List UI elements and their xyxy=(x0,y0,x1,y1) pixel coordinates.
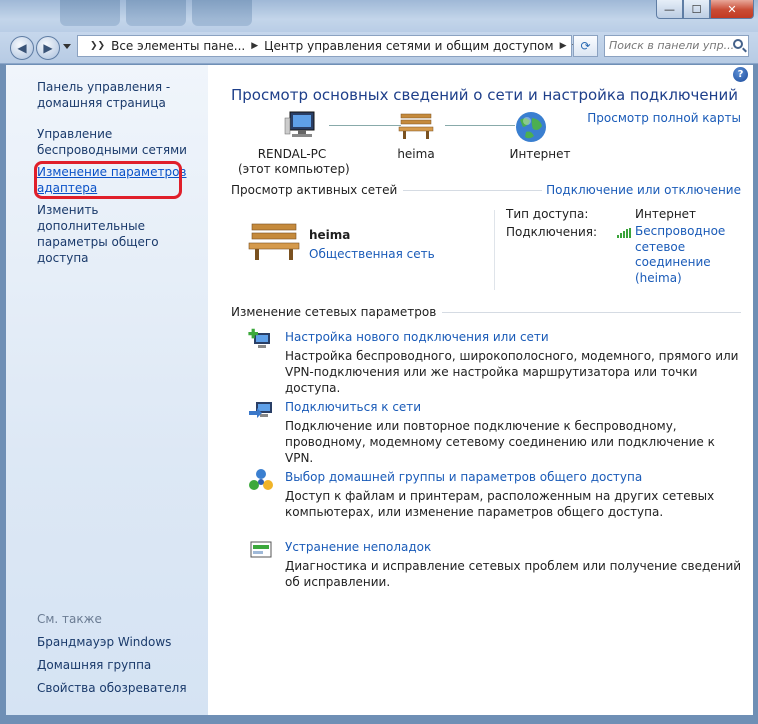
connect-disconnect-link[interactable]: Подключение или отключение xyxy=(542,183,741,197)
network-type-link[interactable]: Общественная сеть xyxy=(309,247,435,261)
sidebar-link-wireless[interactable]: Управление беспроводными сетями xyxy=(37,126,207,158)
refresh-icon: ⟳ xyxy=(580,39,591,53)
search-placeholder: Поиск в панели упр... xyxy=(609,39,735,52)
new-connection-icon xyxy=(248,328,270,348)
computer-icon xyxy=(284,111,315,137)
change-settings-heading: Изменение сетевых параметров xyxy=(231,305,437,319)
new-connection-link[interactable]: Настройка нового подключения или сети xyxy=(285,329,745,345)
connect-to-network-link[interactable]: Подключиться к сети xyxy=(285,399,745,415)
network-node-label: heima xyxy=(397,147,435,161)
task-new-connection: Настройка нового подключения или сети На… xyxy=(285,329,745,396)
homegroup-sharing-link[interactable]: Выбор домашней группы и параметров общег… xyxy=(285,469,745,485)
back-button[interactable]: ◀ xyxy=(10,36,34,60)
divider xyxy=(442,311,741,313)
chevron-right-icon[interactable]: ▶ xyxy=(560,41,567,51)
task-description: Диагностика и исправление сетевых пробле… xyxy=(285,559,742,589)
link-line-network-internet xyxy=(445,125,515,126)
sidebar-link-advanced-sharing[interactable]: Изменить дополнительные параметры общего… xyxy=(37,202,207,266)
search-input[interactable]: Поиск в панели упр... xyxy=(604,35,749,57)
arrow-right-icon: ▶ xyxy=(43,41,53,55)
recent-pages-dropdown[interactable] xyxy=(63,44,71,49)
divider xyxy=(494,210,495,290)
link-line-computer-network xyxy=(329,125,401,126)
see-also-internet-options[interactable]: Свойства обозревателя xyxy=(37,680,187,696)
breadcrumb-all-items[interactable]: Все элементы пане... xyxy=(111,39,245,53)
title-bar: — ☐ ✕ xyxy=(0,0,758,32)
app-thumbnail xyxy=(192,0,252,26)
change-settings-section: Изменение сетевых параметров xyxy=(231,305,741,319)
page-title: Просмотр основных сведений о сети и наст… xyxy=(231,86,738,104)
active-networks-heading: Просмотр активных сетей xyxy=(231,183,398,197)
maximize-button[interactable]: ☐ xyxy=(683,0,710,19)
task-description: Подключение или повторное подключение к … xyxy=(285,419,715,465)
task-pane: Панель управления - домашняя страница Уп… xyxy=(6,65,208,715)
arrow-left-icon: ◀ xyxy=(17,41,27,55)
access-type-value: Интернет xyxy=(635,207,697,221)
app-thumbnail xyxy=(126,0,186,26)
bench-icon xyxy=(248,223,300,260)
bench-icon xyxy=(398,113,434,139)
wifi-signal-icon xyxy=(617,228,631,238)
app-thumbnail xyxy=(60,0,120,26)
task-description: Настройка беспроводного, широкополосного… xyxy=(285,349,739,395)
highlight-annotation xyxy=(34,161,182,199)
see-also-heading: См. также xyxy=(37,612,102,626)
help-button[interactable]: ? xyxy=(733,67,748,82)
task-troubleshoot: Устранение неполадок Диагностика и испра… xyxy=(285,539,745,590)
see-also-homegroup[interactable]: Домашняя группа xyxy=(37,657,151,673)
computer-name: RENDAL-PC xyxy=(257,147,327,161)
search-icon[interactable] xyxy=(733,39,743,49)
refresh-button[interactable]: ⟳ xyxy=(573,35,598,57)
access-type-label: Тип доступа: xyxy=(506,207,589,221)
minimize-button[interactable]: — xyxy=(656,0,683,19)
taskbar-thumbnails xyxy=(60,0,252,32)
troubleshoot-icon xyxy=(250,541,272,558)
task-homegroup: Выбор домашней группы и параметров общег… xyxy=(285,469,745,520)
breadcrumb-network-center[interactable]: Центр управления сетями и общим доступом xyxy=(264,39,553,53)
see-also-firewall[interactable]: Брандмауэр Windows xyxy=(37,634,171,650)
wireless-connection-link[interactable]: Беспроводное сетевое соединение (heima) xyxy=(635,224,735,286)
computer-subtitle: (этот компьютер) xyxy=(238,162,350,176)
chevron-right-icon[interactable]: ❯❯ xyxy=(90,41,105,51)
sidebar-link-home[interactable]: Панель управления - домашняя страница xyxy=(37,79,207,111)
connect-network-icon xyxy=(249,402,272,418)
chevron-right-icon[interactable]: ▶ xyxy=(251,41,258,51)
window-controls: — ☐ ✕ xyxy=(656,0,754,19)
globe-icon xyxy=(516,112,546,142)
homegroup-icon xyxy=(249,469,273,490)
connections-label: Подключения: xyxy=(506,225,598,239)
internet-node-label: Интернет xyxy=(509,147,571,161)
address-bar[interactable]: ❯❯ Все элементы пане... ▶ Центр управлен… xyxy=(77,35,581,57)
task-connect-network: Подключиться к сети Подключение или повт… xyxy=(285,399,745,466)
main-content: ? Просмотр основных сведений о сети и на… xyxy=(208,65,753,715)
view-full-map-link[interactable]: Просмотр полной карты xyxy=(587,111,741,125)
active-network-name: heima xyxy=(309,228,351,242)
task-description: Доступ к файлам и принтерам, расположенн… xyxy=(285,489,715,519)
forward-button[interactable]: ▶ xyxy=(36,36,60,60)
close-button[interactable]: ✕ xyxy=(710,0,754,19)
troubleshoot-link[interactable]: Устранение неполадок xyxy=(285,539,745,555)
